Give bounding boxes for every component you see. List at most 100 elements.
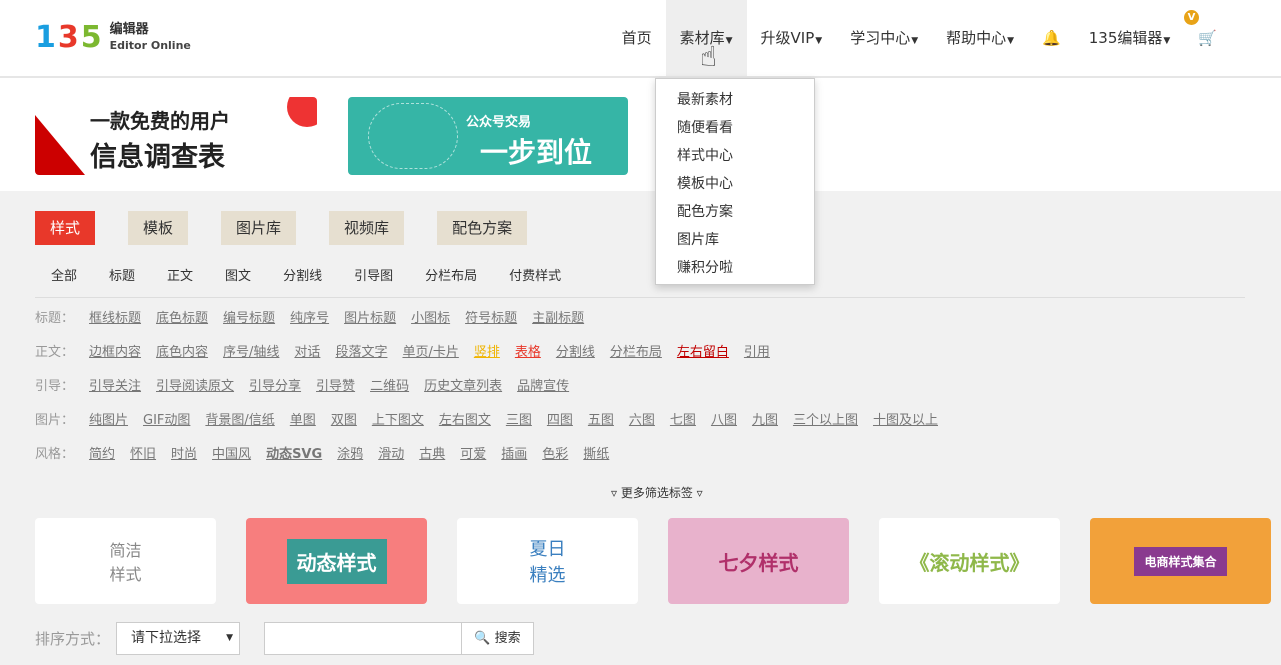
tag-link[interactable]: 引导赞 [316, 378, 355, 396]
tag-row: 图片： 纯图片 GIF动图 背景图/信纸 单图 双图 上下图文 左右图文 三图 四图 五图 六图 七图八… [35, 412, 953, 430]
tag-link[interactable]: 八图 [711, 412, 737, 430]
tag-link[interactable]: 对话 [294, 344, 320, 362]
tag-link[interactable]: 动态SVG [266, 446, 322, 464]
thumbnail-ecommerce[interactable]: 电商样式集合 [1090, 518, 1271, 604]
search-button[interactable]: 🔍 搜索 [462, 622, 535, 655]
tag-row: 风格： 简约 怀旧 时尚 中国风 动态SVG 涂鸦 滑动 古典 可爱 插画 色彩 撕纸 [35, 446, 624, 464]
tag-link[interactable]: 插画 [501, 446, 527, 464]
tag-link[interactable]: 序号/轴线 [223, 344, 279, 362]
tag-link[interactable]: 表格 [515, 344, 541, 362]
subtab[interactable]: 引导图 [338, 267, 409, 287]
nav-vip[interactable]: 升级VIP▼ [747, 0, 837, 76]
tag-link[interactable]: GIF动图 [143, 412, 190, 430]
tag-link[interactable]: 引导关注 [89, 378, 141, 396]
tag-link[interactable]: 简约 [89, 446, 115, 464]
tag-link[interactable]: 十图及以上 [873, 412, 938, 430]
thumbnail-scroll[interactable]: 《滚动样式》 [879, 518, 1060, 604]
tag-link[interactable]: 撕纸 [583, 446, 609, 464]
tag-row: 引导： 引导关注 引导阅读原文 引导分享 引导赞 二维码 历史文章列表 品牌宣传 [35, 378, 584, 396]
tab-styles[interactable]: 样式 [35, 211, 96, 245]
tab-colors[interactable]: 配色方案 [437, 211, 528, 245]
tag-link[interactable]: 历史文章列表 [424, 378, 502, 396]
tag-link[interactable]: 符号标题 [465, 310, 517, 328]
more-filters-toggle[interactable]: ▿ 更多筛选标签 ▿ [611, 484, 703, 501]
tag-link[interactable]: 四图 [547, 412, 573, 430]
tag-link[interactable]: 边框内容 [89, 344, 141, 362]
tag-link[interactable]: 图片标题 [344, 310, 396, 328]
subtab[interactable]: 正文 [151, 267, 209, 287]
subtab[interactable]: 图文 [209, 267, 267, 287]
tag-link[interactable]: 时尚 [171, 446, 197, 464]
tag-link[interactable]: 三图 [506, 412, 532, 430]
dropdown-item[interactable]: 赚积分啦 [656, 254, 814, 282]
tab-images[interactable]: 图片库 [221, 211, 297, 245]
tag-link[interactable]: 引导分享 [249, 378, 301, 396]
dropdown-item[interactable]: 最新素材 [656, 86, 814, 114]
tag-link[interactable]: 古典 [419, 446, 445, 464]
nav-home[interactable]: 首页 [608, 0, 666, 76]
tag-link[interactable]: 怀旧 [130, 446, 156, 464]
search-input[interactable] [264, 622, 463, 655]
thumbnail-qixi[interactable]: 七夕样式 [668, 518, 849, 604]
nav-learning[interactable]: 学习中心▼ [836, 0, 932, 76]
tag-link[interactable]: 分割线 [556, 344, 595, 362]
thumbnail-dynamic[interactable]: 动态样式 [246, 518, 427, 604]
tag-link[interactable]: 竖排 [474, 344, 500, 362]
tag-link[interactable]: 九图 [752, 412, 778, 430]
tag-link[interactable]: 六图 [629, 412, 655, 430]
tag-link[interactable]: 涂鸦 [337, 446, 363, 464]
subtab[interactable]: 分割线 [267, 267, 338, 287]
tag-link[interactable]: 底色标题 [156, 310, 208, 328]
tag-link[interactable]: 分栏布局 [610, 344, 662, 362]
tag-link[interactable]: 单图 [290, 412, 316, 430]
tag-link[interactable]: 小图标 [411, 310, 450, 328]
tag-row-label: 正文： [35, 345, 75, 360]
tag-link[interactable]: 色彩 [542, 446, 568, 464]
tab-templates[interactable]: 模板 [128, 211, 189, 245]
bell-icon[interactable]: 🔔 [1028, 0, 1075, 76]
tag-link[interactable]: 三个以上图 [793, 412, 858, 430]
sort-select[interactable]: 请下拉选择 ▼ [116, 622, 241, 655]
subtab[interactable]: 全部 [35, 267, 93, 287]
thumbnail-simple[interactable]: 简洁 样式 [35, 518, 216, 604]
tag-link[interactable]: 双图 [331, 412, 357, 430]
tag-link[interactable]: 框线标题 [89, 310, 141, 328]
dropdown-item[interactable]: 模板中心 [656, 170, 814, 198]
tag-row-label: 图片： [35, 413, 75, 428]
tag-link[interactable]: 引用 [744, 344, 770, 362]
dropdown-item[interactable]: 配色方案 [656, 198, 814, 226]
subtab[interactable]: 标题 [93, 267, 151, 287]
tag-link[interactable]: 左右图文 [439, 412, 491, 430]
subtab[interactable]: 付费样式 [493, 267, 577, 287]
tag-link[interactable]: 中国风 [212, 446, 251, 464]
dropdown-item[interactable]: 图片库 [656, 226, 814, 254]
tag-link[interactable]: 品牌宣传 [517, 378, 569, 396]
dropdown-item[interactable]: 样式中心 [656, 142, 814, 170]
banner-trade[interactable]: 公众号交易 一步到位 [348, 97, 628, 175]
tag-link[interactable]: 左右留白 [677, 344, 729, 362]
tag-link[interactable]: 主副标题 [532, 310, 584, 328]
tag-link[interactable]: 编号标题 [223, 310, 275, 328]
logo[interactable]: 135 编辑器 Editor Online [35, 22, 191, 54]
nav-help[interactable]: 帮助中心▼ [932, 0, 1028, 76]
tag-link[interactable]: 底色内容 [156, 344, 208, 362]
subtab[interactable]: 分栏布局 [409, 267, 493, 287]
tag-row: 正文： 边框内容 底色内容 序号/轴线 对话 段落文字 单页/卡片 竖排 表格 分割线 分栏布局 左右… [35, 344, 785, 362]
nav-user[interactable]: 135编辑器▼ [1075, 0, 1185, 76]
tag-link[interactable]: 二维码 [370, 378, 409, 396]
tag-link[interactable]: 段落文字 [335, 344, 387, 362]
banner-survey[interactable]: 一款免费的用户 信息调查表 [35, 97, 317, 175]
dropdown-item[interactable]: 随便看看 [656, 114, 814, 142]
tag-link[interactable]: 可爱 [460, 446, 486, 464]
tag-link[interactable]: 背景图/信纸 [205, 412, 274, 430]
tab-videos[interactable]: 视频库 [329, 211, 405, 245]
thumbnail-summer[interactable]: 夏日 精选 [457, 518, 638, 604]
tag-link[interactable]: 纯图片 [89, 412, 128, 430]
tag-link[interactable]: 引导阅读原文 [156, 378, 234, 396]
tag-link[interactable]: 七图 [670, 412, 696, 430]
tag-link[interactable]: 滑动 [378, 446, 404, 464]
tag-link[interactable]: 纯序号 [290, 310, 329, 328]
tag-link[interactable]: 上下图文 [372, 412, 424, 430]
tag-link[interactable]: 五图 [588, 412, 614, 430]
tag-link[interactable]: 单页/卡片 [402, 344, 458, 362]
